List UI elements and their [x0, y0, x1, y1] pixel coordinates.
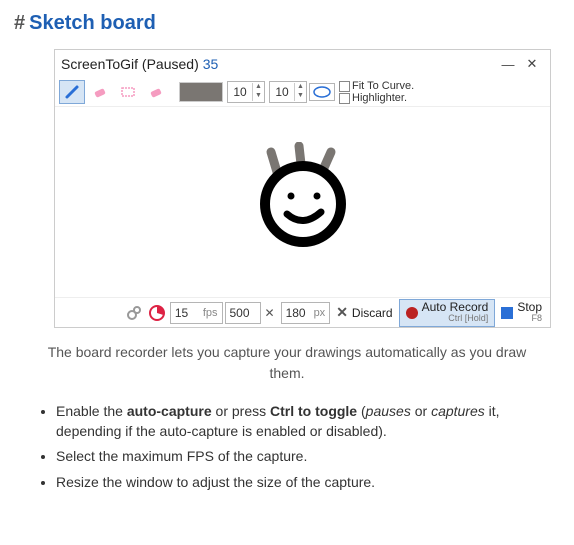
eraser-tool-1[interactable] [87, 80, 113, 104]
brush-height-value: 10 [270, 85, 294, 99]
drawing-canvas[interactable] [55, 107, 550, 297]
page-title: #Sketch board [14, 12, 560, 35]
list-item: Enable the auto-capture or press Ctrl to… [56, 402, 560, 441]
minimize-button[interactable]: — [496, 53, 520, 75]
eraser-tool-2[interactable] [143, 80, 169, 104]
height-input[interactable]: 180 px [281, 302, 331, 324]
close-button[interactable]: ✕ [520, 53, 544, 75]
select-rect-tool[interactable] [115, 80, 141, 104]
times-icon: ✕ [265, 306, 275, 320]
auto-record-button[interactable]: Auto Record Ctrl [Hold] [399, 299, 496, 327]
frame-count: 35 [203, 56, 219, 72]
tips-list: Enable the auto-capture or press Ctrl to… [38, 402, 560, 492]
fit-to-curve-checkbox[interactable] [339, 81, 350, 92]
app-window: ScreenToGif (Paused) 35 — ✕ 10 ▲▼ 10 ▲▼ [54, 49, 551, 328]
limit-indicator[interactable] [146, 304, 168, 322]
highlighter-label: Highlighter. [352, 92, 407, 104]
color-swatch[interactable] [179, 82, 223, 102]
brush-height-input[interactable]: 10 ▲▼ [269, 81, 307, 103]
stop-sub: F8 [531, 313, 542, 324]
highlighter-checkbox[interactable] [339, 93, 350, 104]
spinner-icon[interactable]: ▲▼ [252, 83, 264, 101]
tip-shape-selector[interactable] [309, 83, 335, 101]
px-unit: px [314, 307, 326, 319]
stop-label: Stop [517, 302, 542, 313]
caption: The board recorder lets you capture your… [44, 342, 530, 384]
width-input[interactable]: 500 [225, 302, 261, 324]
x-icon: ✕ [336, 304, 348, 321]
list-item: Select the maximum FPS of the capture. [56, 447, 560, 467]
auto-record-label: Auto Record [422, 302, 489, 313]
fps-unit: fps [203, 307, 218, 319]
window-title: ScreenToGif (Paused) [61, 56, 199, 72]
brush-width-input[interactable]: 10 ▲▼ [227, 81, 265, 103]
fps-input[interactable]: 15 fps [170, 302, 223, 324]
heading-text: Sketch board [29, 12, 156, 34]
hash-icon: # [14, 12, 25, 34]
height-value: 180 [286, 306, 312, 320]
stop-icon [501, 307, 513, 319]
auto-record-sub: Ctrl [Hold] [448, 313, 488, 324]
settings-button[interactable] [122, 304, 146, 322]
fit-to-curve-label: Fit To Curve. [352, 80, 414, 92]
discard-button[interactable]: ✕ Discard [330, 299, 398, 327]
width-value: 500 [230, 306, 256, 320]
stop-button[interactable]: Stop F8 [495, 299, 548, 327]
list-item: Resize the window to adjust the size of … [56, 473, 560, 493]
brush-width-value: 10 [228, 85, 252, 99]
titlebar: ScreenToGif (Paused) 35 — ✕ [55, 50, 550, 78]
bottom-bar: 15 fps 500 ✕ 180 px ✕ Discard Auto Recor… [55, 297, 550, 327]
spinner-icon[interactable]: ▲▼ [294, 83, 306, 101]
discard-label: Discard [352, 306, 393, 320]
gear-icon [125, 304, 143, 322]
toolbar: 10 ▲▼ 10 ▲▼ Fit To Curve. Highlighter. [55, 78, 550, 107]
pen-tool[interactable] [59, 80, 85, 104]
record-icon [406, 307, 418, 319]
fps-value: 15 [175, 306, 201, 320]
pie-icon [148, 304, 166, 322]
sketch-drawing [243, 142, 363, 262]
